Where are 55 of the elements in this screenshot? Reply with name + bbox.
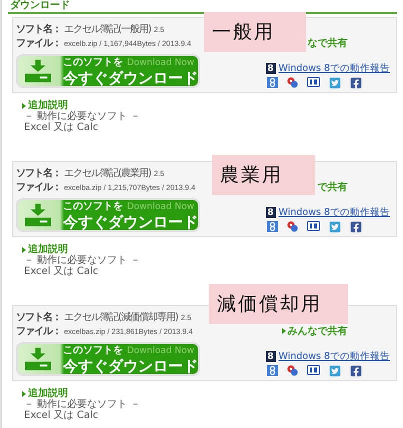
- notes-heading: 追加説明: [22, 388, 397, 399]
- note-text: － 動作に必要なソフト －: [23, 111, 142, 122]
- bullet-icon: [22, 390, 26, 396]
- report-link[interactable]: Windows 8での動作報告: [278, 206, 390, 219]
- dots-share-icon[interactable]: [286, 77, 298, 88]
- download-button[interactable]: このソフトを Download Now 今すぐダウンロード: [16, 198, 200, 232]
- section-title: ダウンロード: [9, 0, 71, 12]
- bookmark-icon[interactable]: [306, 77, 320, 87]
- category-label: 農業用: [212, 155, 315, 195]
- bookmark-share-icon[interactable]: [266, 365, 278, 376]
- share-heading: みんなで共有: [288, 324, 348, 338]
- report-link[interactable]: Windows 8での動作報告: [278, 350, 390, 363]
- note-text: － 動作に必要なソフト －: [23, 255, 142, 266]
- bird-icon[interactable]: [328, 365, 341, 377]
- bookmark-icon[interactable]: [306, 365, 320, 375]
- name-label: ソフト名：: [16, 22, 61, 36]
- note-text: Excel 又は Calc: [23, 266, 100, 277]
- category-label: 一般用: [204, 12, 306, 52]
- software-name: エクセル簿記(減価償却専用): [64, 310, 178, 324]
- file-label: ファイル：: [16, 37, 61, 50]
- facebook-icon[interactable]: [350, 77, 362, 89]
- facebook-icon[interactable]: [350, 221, 362, 233]
- category-label: 減価償却用: [209, 284, 348, 324]
- note-text: － 動作に必要なソフト －: [23, 399, 142, 410]
- notes-heading: 追加説明: [22, 244, 397, 255]
- notes-heading: 追加説明: [22, 100, 397, 111]
- windows-badge: 8: [266, 207, 276, 218]
- dots-share-icon[interactable]: [286, 221, 298, 232]
- name-label: ソフト名：: [16, 166, 61, 180]
- share-heading: なで共有: [308, 36, 348, 50]
- download-button[interactable]: このソフトを Download Now 今すぐダウンロード: [16, 342, 200, 376]
- note-text: Excel 又は Calc: [23, 122, 100, 133]
- software-name: エクセル簿記(農業用): [64, 166, 151, 180]
- name-label: ソフト名：: [16, 310, 61, 324]
- dots-share-icon[interactable]: [286, 365, 298, 376]
- download-icon: [25, 347, 51, 371]
- bookmark-icon[interactable]: [306, 221, 320, 231]
- download-button[interactable]: このソフトを Download Now 今すぐダウンロード: [16, 54, 200, 88]
- note-text: Excel 又は Calc: [23, 410, 100, 421]
- share-heading: で共有: [318, 180, 348, 194]
- file-label: ファイル：: [16, 181, 61, 194]
- software-name: エクセル簿記(一般用): [64, 22, 151, 36]
- report-link[interactable]: Windows 8での動作報告: [278, 62, 390, 75]
- bullet-icon: [22, 246, 26, 252]
- file-label: ファイル：: [16, 325, 61, 338]
- windows-badge: 8: [266, 351, 276, 362]
- bullet-icon: [22, 102, 26, 108]
- download-icon: [25, 203, 51, 227]
- download-icon: [25, 59, 51, 83]
- bookmark-share-icon[interactable]: [266, 77, 278, 88]
- bird-icon[interactable]: [328, 221, 341, 233]
- facebook-icon[interactable]: [350, 365, 362, 377]
- bookmark-share-icon[interactable]: [266, 221, 278, 232]
- bird-icon[interactable]: [328, 77, 341, 89]
- windows-badge: 8: [266, 63, 276, 74]
